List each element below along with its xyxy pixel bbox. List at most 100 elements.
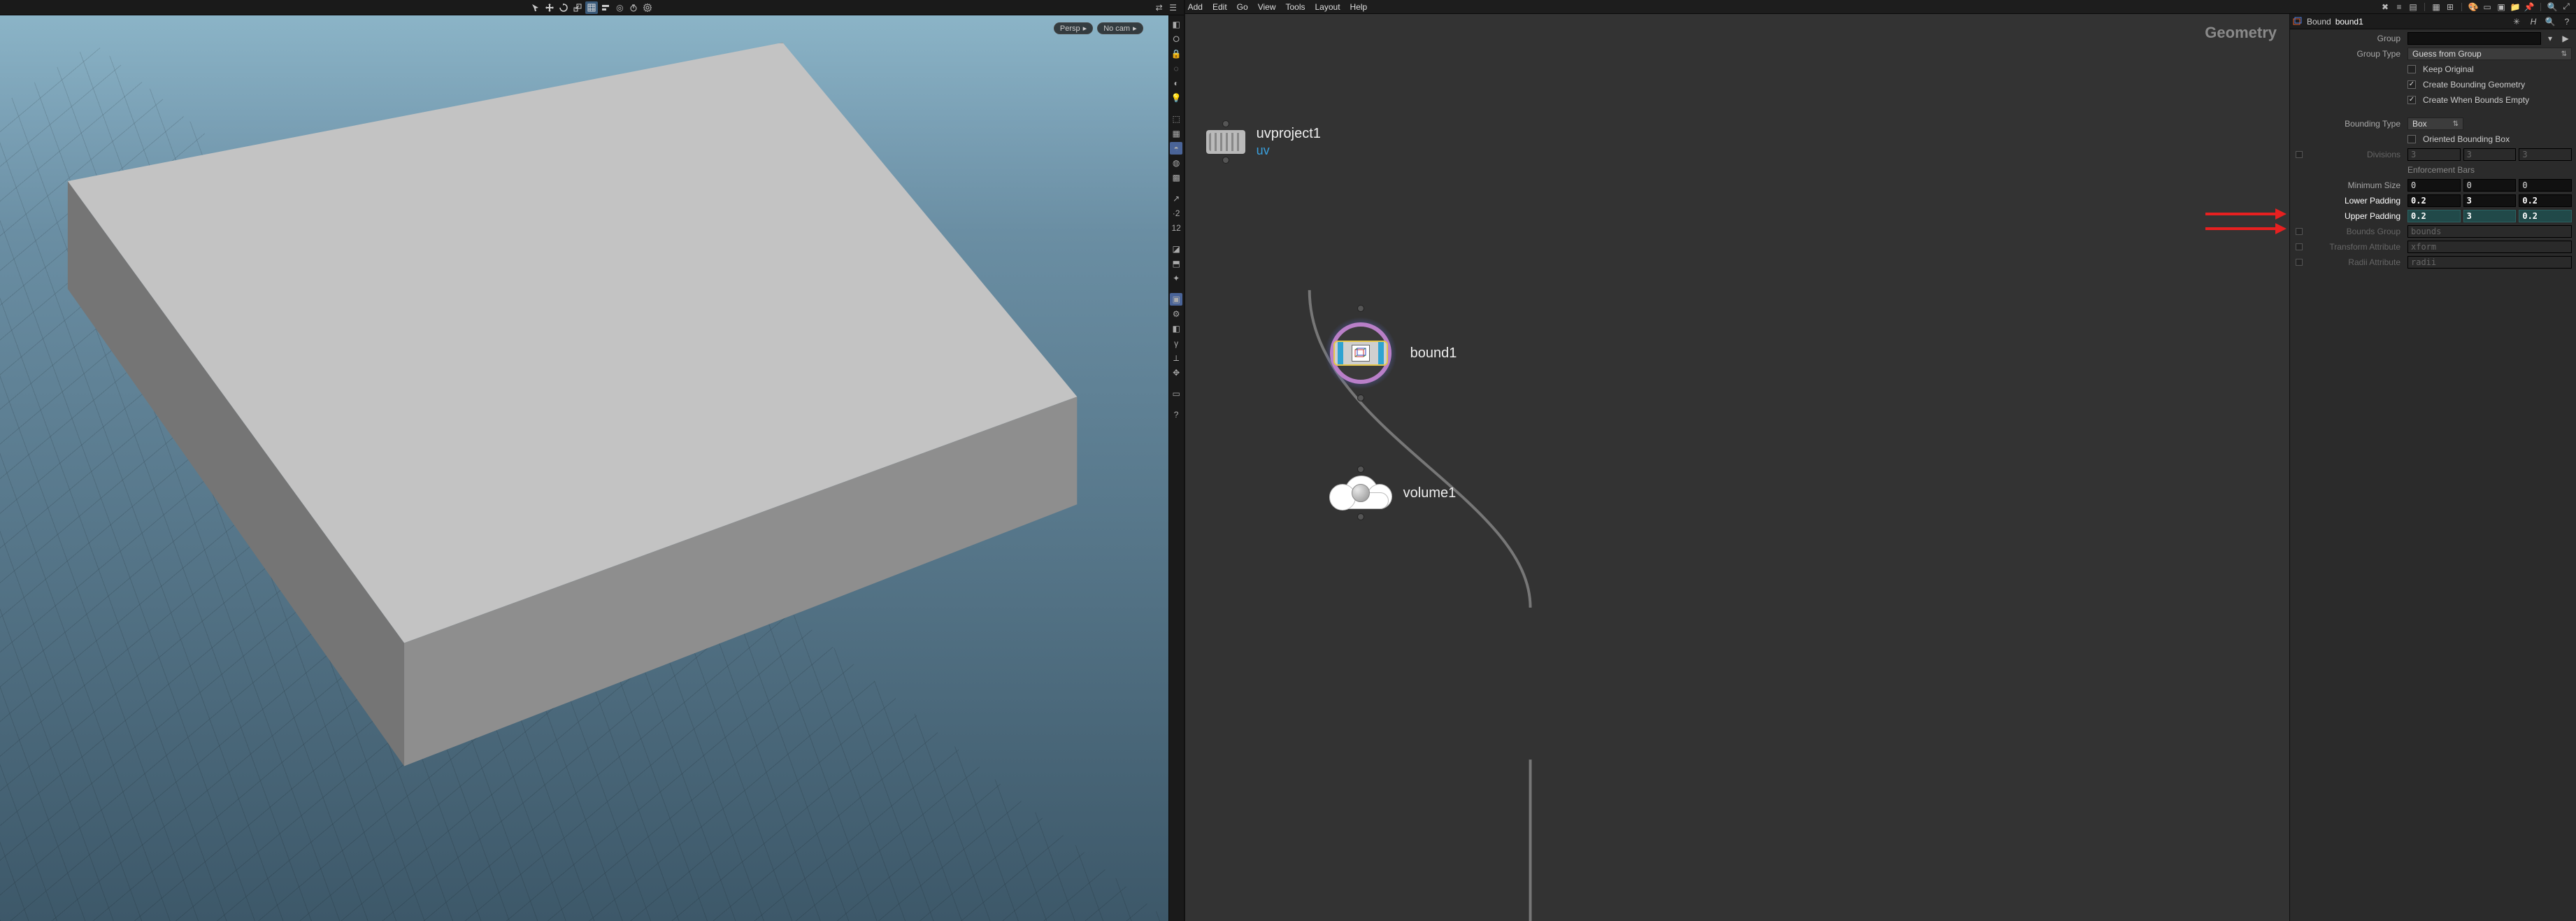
chevron-right-icon: ▸ — [1133, 24, 1137, 33]
network-context-label: Geometry — [2205, 24, 2277, 42]
param-upperpadding-z[interactable]: 0.2 — [2519, 210, 2572, 222]
menu-layout[interactable]: Layout — [1315, 2, 1340, 12]
point-numbers-icon[interactable]: ·2 — [1170, 207, 1182, 220]
gamma-icon[interactable]: γ — [1170, 337, 1182, 350]
pane-link-icon[interactable]: ⇄ — [1153, 1, 1166, 14]
light-icon[interactable]: 💡 — [1170, 92, 1182, 104]
params-h-icon[interactable]: H — [2527, 15, 2540, 28]
find-icon[interactable]: 🔍 — [2547, 1, 2558, 13]
params-search-icon[interactable]: 🔍 — [2544, 15, 2556, 28]
camera-nocam-pill[interactable]: No cam ▸ — [1097, 22, 1143, 34]
param-creategeo-checkbox[interactable] — [2407, 80, 2416, 89]
menu-tools[interactable]: Tools — [1285, 2, 1305, 12]
timer-icon[interactable] — [627, 1, 640, 14]
grid-small-icon[interactable]: ⊞ — [2445, 1, 2456, 13]
smooth-shaded-icon[interactable]: ◓ — [1170, 142, 1182, 155]
prim-numbers-icon[interactable]: 12 — [1170, 222, 1182, 234]
render-region-icon[interactable]: ▭ — [1170, 387, 1182, 400]
normals-icon[interactable]: ↗ — [1170, 192, 1182, 205]
pane-menu-icon[interactable]: ☰ — [1167, 1, 1180, 14]
param-lowerpadding-z[interactable]: 0.2 — [2519, 194, 2572, 207]
app-root: ◎ ⇄ ☰ Persp ▸ — [0, 0, 2576, 921]
lock-icon[interactable]: 🔒 — [1170, 48, 1182, 60]
param-lowerpadding-y[interactable]: 3 — [2463, 194, 2517, 207]
param-minsize-x[interactable]: 0 — [2407, 179, 2461, 192]
param-grouptype-label: Group Type — [2307, 49, 2405, 59]
sticky-note-icon[interactable]: ▭ — [2482, 1, 2493, 13]
node-bound1[interactable]: bound1 — [1322, 315, 1457, 392]
scale-tool-icon[interactable] — [571, 1, 584, 14]
help-icon-viewport[interactable]: ? — [1170, 408, 1182, 421]
param-keeporiginal-checkbox[interactable] — [2407, 65, 2416, 73]
param-divisions-x[interactable]: 3 — [2407, 148, 2461, 161]
param-boundsgroup-field[interactable]: bounds — [2407, 225, 2572, 238]
param-minsize-y[interactable]: 0 — [2463, 179, 2517, 192]
param-keeporiginal-row: Keep Original — [2294, 63, 2572, 76]
network-view[interactable]: Geometry uvproject1 uv — [1185, 14, 2289, 921]
param-group-select-icon[interactable]: ▶ — [2559, 32, 2572, 45]
folder-icon[interactable]: 📁 — [2510, 1, 2521, 13]
param-grouptype-select[interactable]: Guess from Group ⇅ — [2407, 48, 2572, 60]
lock-camera-icon[interactable]: ⭘ — [1170, 33, 1182, 45]
color-correct-icon[interactable]: ◧ — [1170, 322, 1182, 335]
menu-add[interactable]: Add — [1188, 2, 1203, 12]
palette-icon[interactable]: 🎨 — [2468, 1, 2479, 13]
param-lowerpadding-x[interactable]: 0.2 — [2407, 194, 2461, 207]
expand-icon[interactable]: ⤢ — [2561, 1, 2572, 13]
xray-icon[interactable]: ⬒ — [1170, 257, 1182, 270]
param-createempty-checkbox[interactable] — [2407, 96, 2416, 104]
params-help-icon[interactable]: ? — [2561, 15, 2573, 28]
node-uvproject1[interactable]: uvproject1 uv — [1206, 126, 1321, 158]
params-node-name[interactable]: bound1 — [2335, 17, 2363, 27]
pin-icon[interactable]: 📌 — [2524, 1, 2535, 13]
construction-plane-icon[interactable]: ◎ — [613, 1, 626, 14]
param-boundsgroup-row: Bounds Group bounds — [2294, 225, 2572, 238]
camera-icon[interactable]: ▣ — [1170, 293, 1182, 306]
rotate-tool-icon[interactable] — [557, 1, 570, 14]
param-xformattr-field[interactable]: xform — [2407, 241, 2572, 253]
visibility-icon[interactable]: ◐ — [1170, 77, 1182, 90]
table-view-icon[interactable]: ▤ — [2407, 1, 2419, 13]
params-gear-icon[interactable]: ✳ — [2510, 15, 2523, 28]
node-volume1[interactable]: volume1 — [1329, 476, 1457, 511]
material-icon[interactable]: ◍ — [1170, 157, 1182, 169]
grid-large-icon[interactable]: ▦ — [2431, 1, 2442, 13]
viewport-gear-icon[interactable]: ⚙ — [1170, 308, 1182, 320]
display-options-icon[interactable]: ◧ — [1170, 18, 1182, 31]
param-radiiattr-field[interactable]: radii — [2407, 256, 2572, 269]
shaded-icon[interactable]: ▦ — [1170, 127, 1182, 140]
list-view-icon[interactable]: ≡ — [2393, 1, 2405, 13]
snap-grid-icon[interactable] — [585, 1, 598, 14]
ghost-icon[interactable]: ◌ — [1170, 62, 1182, 75]
param-group-field[interactable] — [2407, 32, 2541, 45]
inspect-icon[interactable]: ✥ — [1170, 366, 1182, 379]
viewport-pills: Persp ▸ No cam ▸ — [1054, 22, 1143, 34]
settings-gear-icon[interactable] — [641, 1, 654, 14]
param-group-menu-icon[interactable]: ▾ — [2544, 32, 2556, 45]
param-divisions-y[interactable]: 3 — [2463, 148, 2517, 161]
align-tool-icon[interactable] — [599, 1, 612, 14]
hq-lighting-icon[interactable]: ✦ — [1170, 272, 1182, 285]
param-minsize-z[interactable]: 0 — [2519, 179, 2572, 192]
param-oriented-checkbox[interactable] — [2407, 135, 2416, 143]
viewport-3d[interactable]: Persp ▸ No cam ▸ — [0, 15, 1168, 921]
backface-icon[interactable]: ◪ — [1170, 243, 1182, 255]
menu-go[interactable]: Go — [1237, 2, 1248, 12]
param-upperpadding-y[interactable]: 3 — [2463, 210, 2517, 222]
uv-icon[interactable]: ▩ — [1170, 171, 1182, 184]
wireframe-icon[interactable]: ⬚ — [1170, 113, 1182, 125]
move-tool-icon[interactable] — [543, 1, 556, 14]
ruler-icon[interactable]: ⟂ — [1170, 352, 1182, 364]
param-upperpadding-x[interactable]: 0.2 — [2407, 210, 2461, 222]
param-boundingtype-select[interactable]: Box ⇅ — [2407, 117, 2463, 130]
bound-icon — [1352, 345, 1370, 362]
menu-view[interactable]: View — [1258, 2, 1276, 12]
network-body: Geometry uvproject1 uv — [1185, 14, 2576, 921]
network-box-icon[interactable]: ▣ — [2496, 1, 2507, 13]
camera-persp-pill[interactable]: Persp ▸ — [1054, 22, 1093, 34]
menu-help[interactable]: Help — [1350, 2, 1368, 12]
param-divisions-z[interactable]: 3 — [2519, 148, 2572, 161]
menu-edit[interactable]: Edit — [1212, 2, 1227, 12]
wrench-icon[interactable]: ✖ — [2380, 1, 2391, 13]
select-tool-icon[interactable] — [529, 1, 542, 14]
